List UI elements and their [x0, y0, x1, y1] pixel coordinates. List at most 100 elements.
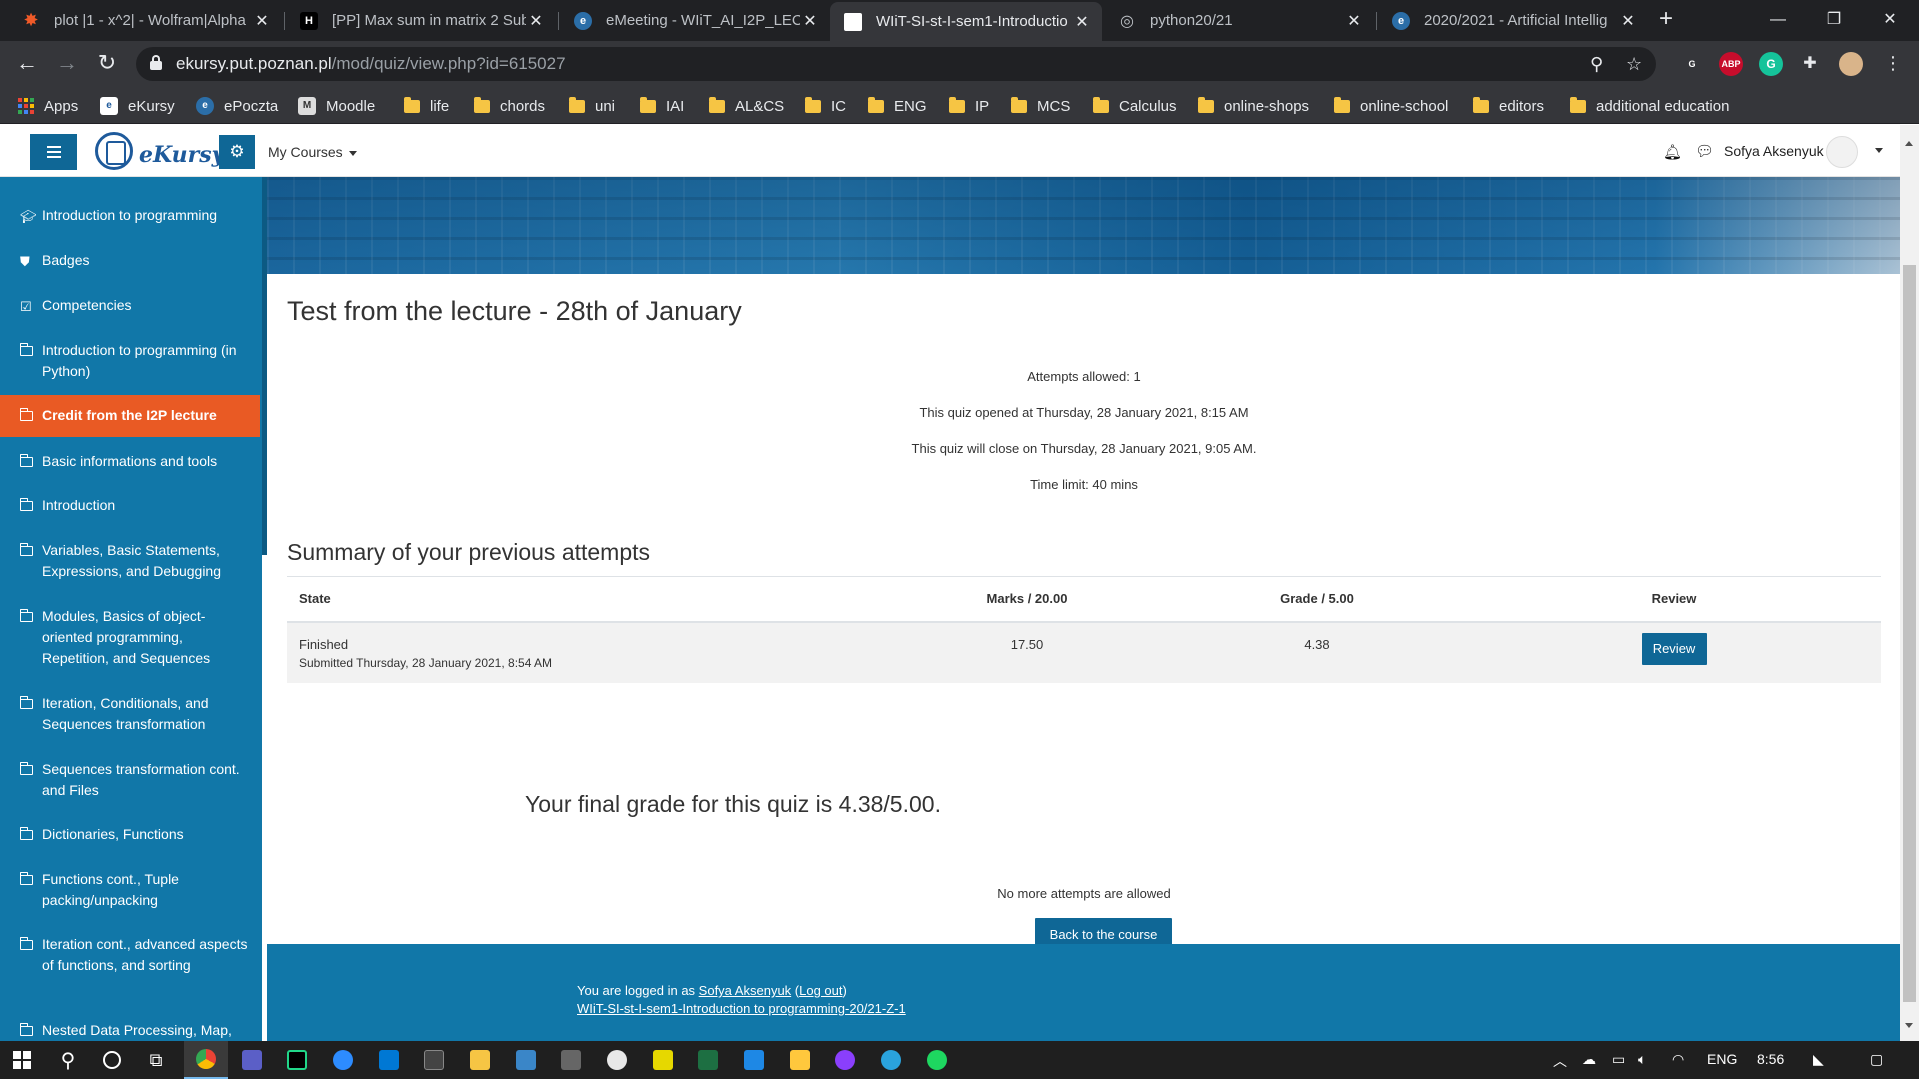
drawer-toggle-button[interactable]: [30, 134, 77, 170]
file-explorer-taskbar-icon[interactable]: [458, 1041, 502, 1079]
bookmark-folder-life[interactable]: life: [404, 95, 449, 117]
bookmark-apps[interactable]: Apps: [18, 95, 78, 117]
clock-time[interactable]: 8:56: [1757, 1051, 1784, 1067]
footer-user-link[interactable]: Sofya Aksenyuk: [699, 983, 792, 998]
bookmark-folder-ic[interactable]: IC: [805, 95, 846, 117]
page-scrollbar[interactable]: [1900, 125, 1919, 1041]
drawer-item-section[interactable]: Modules, Basics of object-oriented progr…: [0, 606, 260, 669]
bookmark-moodle[interactable]: M Moodle: [298, 95, 375, 117]
ekursy-logo[interactable]: eKursy: [95, 130, 224, 172]
profile-avatar-icon[interactable]: [1839, 52, 1863, 76]
forward-arrow-icon[interactable]: →: [54, 51, 80, 77]
network-app-taskbar-icon[interactable]: [504, 1041, 548, 1079]
bookmark-folder-uni[interactable]: uni: [569, 95, 615, 117]
zoom-search-icon[interactable]: ⚲: [1590, 54, 1603, 75]
bookmark-ekursy[interactable]: e eKursy: [100, 95, 175, 117]
browser-tab-active[interactable]: WIiT-SI-st-I-sem1-Introductio ✕: [830, 2, 1102, 41]
drawer-item-competencies[interactable]: ☑ Competencies: [0, 295, 260, 316]
reload-icon[interactable]: ↻: [94, 51, 120, 77]
volume-icon[interactable]: 🔈︎: [1638, 1051, 1646, 1068]
drawer-item-section[interactable]: Nested Data Processing, Map,: [0, 1020, 260, 1041]
close-icon[interactable]: ✕: [1344, 11, 1364, 31]
paint-taskbar-icon[interactable]: [595, 1041, 639, 1079]
zoom-taskbar-icon[interactable]: [321, 1041, 365, 1079]
bookmark-folder-ip[interactable]: IP: [949, 95, 989, 117]
adblock-plus-extension-icon[interactable]: ABP: [1719, 52, 1743, 76]
review-button[interactable]: Review: [1641, 632, 1707, 665]
telegram-taskbar-icon[interactable]: [869, 1041, 913, 1079]
browser-tab[interactable]: ✸ plot |1 - x^2| - Wolfram|Alpha ✕: [8, 0, 282, 41]
spotify-taskbar-icon[interactable]: [915, 1041, 959, 1079]
browser-tab[interactable]: e 2020/2021 - Artificial Intellig ✕: [1378, 0, 1648, 41]
meet-now-icon[interactable]: ◣: [1813, 1051, 1824, 1068]
scroll-down-icon[interactable]: [1905, 1023, 1913, 1028]
battery-icon[interactable]: ▭: [1612, 1051, 1625, 1068]
drawer-item-section[interactable]: Functions cont., Tuple packing/unpacking: [0, 869, 260, 911]
logout-link[interactable]: Log out: [799, 983, 842, 998]
drawer-item-section[interactable]: Variables, Basic Statements, Expressions…: [0, 540, 260, 582]
footer-course-link[interactable]: WIiT-SI-st-I-sem1-Introduction to progra…: [577, 1001, 906, 1016]
bookmark-folder-calculus[interactable]: Calculus: [1093, 95, 1177, 117]
close-icon[interactable]: ✕: [800, 11, 820, 31]
bookmark-folder-alcs[interactable]: AL&CS: [709, 95, 784, 117]
bookmark-star-icon[interactable]: ☆: [1626, 54, 1642, 75]
google-translate-extension-icon[interactable]: G: [1680, 52, 1704, 76]
bookmark-folder-online-school[interactable]: online-school: [1334, 95, 1448, 117]
lock-icon[interactable]: [150, 55, 162, 71]
cogs-menu-button[interactable]: ⚙: [219, 135, 255, 169]
cortana-icon[interactable]: [90, 1041, 134, 1079]
drawer-item-section[interactable]: Introduction: [0, 495, 260, 516]
media-taskbar-icon[interactable]: [732, 1041, 776, 1079]
bookmark-epoczta[interactable]: e ePoczta: [196, 95, 278, 117]
new-tab-button[interactable]: +: [1654, 7, 1678, 32]
bookmark-folder-additional-education[interactable]: additional education: [1570, 95, 1729, 117]
app-taskbar-icon[interactable]: [230, 1041, 274, 1079]
bookmark-folder-mcs[interactable]: MCS: [1011, 95, 1070, 117]
onedrive-cloud-icon[interactable]: ☁: [1582, 1051, 1596, 1068]
restore-button[interactable]: ❐: [1806, 0, 1862, 41]
drawer-item-section[interactable]: Introduction to programming (in Python): [0, 340, 260, 382]
mail-taskbar-icon[interactable]: [367, 1041, 411, 1079]
terminal-taskbar-icon[interactable]: [412, 1041, 456, 1079]
browser-tab[interactable]: e eMeeting - WIiT_AI_I2P_LECT ✕: [560, 0, 830, 41]
bookmark-folder-online-shops[interactable]: online-shops: [1198, 95, 1309, 117]
close-icon[interactable]: ✕: [1618, 11, 1638, 31]
browser-tab[interactable]: ◎ python20/21 ✕: [1104, 0, 1374, 41]
drawer-item-badges[interactable]: ⛊ Badges: [0, 250, 260, 271]
windows-start-icon[interactable]: [0, 1041, 44, 1079]
messages-chat-icon[interactable]: 💬︎: [1695, 142, 1714, 160]
close-icon[interactable]: ✕: [1072, 12, 1092, 32]
input-language-indicator[interactable]: ENG: [1707, 1051, 1737, 1067]
close-icon[interactable]: ✕: [526, 11, 546, 31]
task-view-icon[interactable]: ⧉: [134, 1041, 178, 1079]
back-arrow-icon[interactable]: ←: [14, 51, 40, 77]
bookmark-folder-editors[interactable]: editors: [1473, 95, 1544, 117]
notifications-bell-icon[interactable]: 🔔︎: [1663, 143, 1682, 161]
pycharm-taskbar-icon[interactable]: [275, 1041, 319, 1079]
drawer-item-credit-active[interactable]: Credit from the I2P lecture: [0, 395, 260, 437]
drawer-item-course-home[interactable]: 🎓︎ Introduction to programming: [0, 205, 260, 226]
drawer-item-section[interactable]: Iteration cont., advanced aspects of fun…: [0, 934, 260, 976]
bookmark-folder-eng[interactable]: ENG: [868, 95, 927, 117]
grammarly-extension-icon[interactable]: G: [1759, 52, 1783, 76]
chrome-taskbar-icon[interactable]: [184, 1041, 228, 1079]
browser-tab[interactable]: H [PP] Max sum in matrix 2 Sub ✕: [286, 0, 556, 41]
drawer-item-section[interactable]: Basic informations and tools: [0, 451, 260, 472]
sticky-app-taskbar-icon[interactable]: [641, 1041, 685, 1079]
tray-overflow-chevron-icon[interactable]: ︿: [1553, 1051, 1567, 1071]
drawer-item-section[interactable]: Iteration, Conditionals, and Sequences t…: [0, 693, 260, 735]
drawer-item-section[interactable]: Dictionaries, Functions: [0, 824, 260, 845]
excel-taskbar-icon[interactable]: [686, 1041, 730, 1079]
extensions-puzzle-icon[interactable]: ✚: [1798, 52, 1822, 76]
drawer-item-section[interactable]: Sequences transformation cont. and Files: [0, 759, 260, 801]
scrollbar-thumb[interactable]: [1903, 265, 1916, 1002]
close-icon[interactable]: ✕: [252, 11, 272, 31]
caret-down-icon[interactable]: [1875, 148, 1883, 153]
calculator-taskbar-icon[interactable]: [549, 1041, 593, 1079]
user-avatar[interactable]: [1826, 136, 1858, 168]
url-text[interactable]: ekursy.put.poznan.pl/mod/quiz/view.php?i…: [176, 54, 566, 74]
notes-taskbar-icon[interactable]: [778, 1041, 822, 1079]
my-courses-menu[interactable]: My Courses: [268, 144, 357, 160]
bookmark-folder-iai[interactable]: IAI: [640, 95, 684, 117]
minimize-button[interactable]: —: [1750, 0, 1806, 41]
